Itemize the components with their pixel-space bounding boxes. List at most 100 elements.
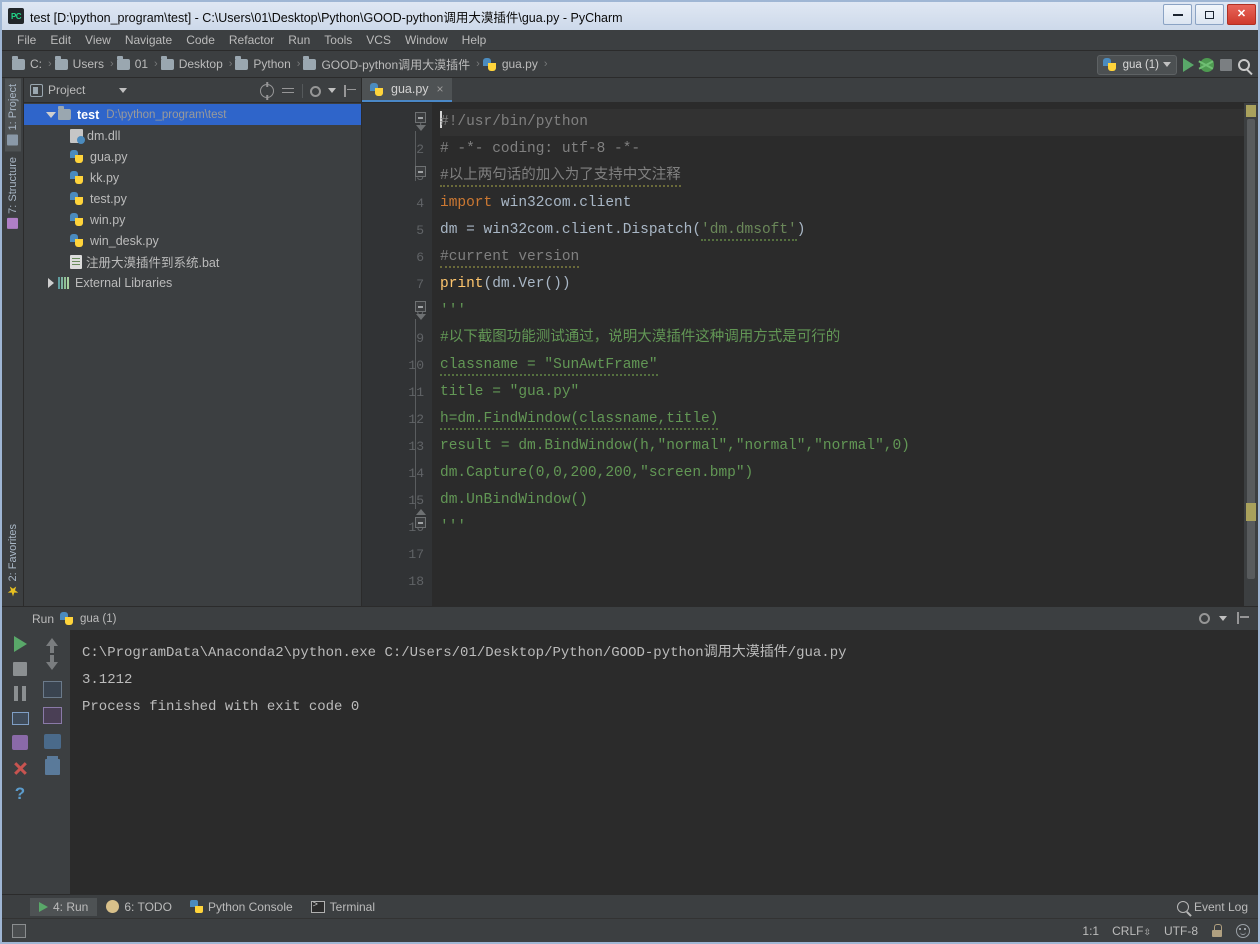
run-icon[interactable] bbox=[1183, 58, 1194, 72]
menu-run[interactable]: Run bbox=[281, 31, 317, 49]
help-icon[interactable]: ? bbox=[15, 785, 25, 802]
tree-item-test-py[interactable]: test.py bbox=[24, 188, 361, 209]
expand-toggle[interactable] bbox=[44, 112, 58, 118]
menu-file[interactable]: File bbox=[10, 31, 43, 49]
maximize-button[interactable] bbox=[1195, 4, 1224, 25]
arrow-down-icon[interactable] bbox=[46, 662, 58, 670]
code-docstring: ''' bbox=[440, 303, 466, 319]
breadcrumb-label: gua.py bbox=[499, 57, 541, 71]
menu-tools[interactable]: Tools bbox=[317, 31, 359, 49]
rerun-icon[interactable] bbox=[14, 636, 27, 652]
tab-todo[interactable]: 6: TODO bbox=[97, 898, 181, 916]
menu-code[interactable]: Code bbox=[179, 31, 222, 49]
tree-item-bat[interactable]: 注册大漠插件到系统.bat bbox=[24, 251, 361, 272]
tab-label: Terminal bbox=[330, 900, 375, 914]
menu-vcs[interactable]: VCS bbox=[359, 31, 398, 49]
error-stripe-warning-bottom[interactable] bbox=[1246, 503, 1256, 521]
scroll-to-end-icon[interactable] bbox=[43, 707, 62, 724]
face-icon[interactable] bbox=[1236, 924, 1250, 938]
chevron-down-icon[interactable] bbox=[119, 88, 127, 93]
breadcrumb-desktop[interactable]: Desktop › bbox=[161, 57, 236, 71]
lock-icon[interactable] bbox=[1211, 924, 1223, 937]
code-content[interactable]: #!/usr/bin/python # -*- coding: utf-8 -*… bbox=[432, 103, 1258, 606]
menu-window[interactable]: Window bbox=[398, 31, 455, 49]
menu-edit[interactable]: Edit bbox=[43, 31, 78, 49]
stop-icon[interactable] bbox=[13, 662, 27, 676]
line-separator[interactable]: CRLF⇳ bbox=[1112, 924, 1151, 938]
menu-refactor[interactable]: Refactor bbox=[222, 31, 281, 49]
collapse-all-icon[interactable] bbox=[281, 84, 295, 98]
tree-item-win-py[interactable]: win.py bbox=[24, 209, 361, 230]
encoding[interactable]: UTF-8 bbox=[1164, 924, 1198, 938]
status-widget-icon[interactable] bbox=[12, 924, 26, 938]
arrow-up-icon[interactable] bbox=[46, 638, 58, 646]
print-icon[interactable] bbox=[44, 734, 61, 749]
tree-item-kk-py[interactable]: kk.py bbox=[24, 167, 361, 188]
fold-marker-line1[interactable] bbox=[415, 112, 426, 123]
breadcrumb-separator: › bbox=[473, 58, 483, 70]
editor-vertical-scrollbar[interactable] bbox=[1244, 103, 1258, 606]
code-docstring: result = dm.BindWindow(h,"normal","norma… bbox=[440, 438, 910, 454]
hide-icon[interactable] bbox=[1236, 611, 1250, 625]
run-window-title: Run bbox=[32, 612, 54, 626]
tree-item-external-libraries[interactable]: External Libraries bbox=[24, 272, 361, 293]
console-icon[interactable] bbox=[12, 712, 29, 725]
expand-toggle[interactable] bbox=[44, 278, 58, 288]
tab-python-console[interactable]: Python Console bbox=[181, 898, 302, 916]
sidebar-item-structure[interactable]: 7: Structure bbox=[5, 151, 21, 235]
line-number: 13 bbox=[362, 433, 432, 460]
tab-terminal[interactable]: Terminal bbox=[302, 898, 384, 916]
pause-icon[interactable] bbox=[13, 686, 27, 701]
breadcrumb-python[interactable]: Python › bbox=[235, 57, 303, 71]
menu-navigate[interactable]: Navigate bbox=[118, 31, 179, 49]
todo-icon bbox=[106, 900, 119, 913]
search-icon[interactable] bbox=[1238, 59, 1250, 71]
minimize-icon bbox=[1173, 14, 1183, 16]
caret-position[interactable]: 1:1 bbox=[1082, 924, 1099, 938]
event-log-button[interactable]: Event Log bbox=[1177, 900, 1248, 914]
menu-view[interactable]: View bbox=[78, 31, 118, 49]
tree-item-gua-py[interactable]: gua.py bbox=[24, 146, 361, 167]
error-stripe-warning-top[interactable] bbox=[1246, 105, 1256, 117]
breadcrumb-users[interactable]: Users › bbox=[55, 57, 117, 71]
stop-icon[interactable] bbox=[1220, 59, 1232, 71]
breadcrumb-c[interactable]: C: › bbox=[12, 57, 55, 71]
breadcrumb-project-folder[interactable]: GOOD-python调用大漠插件 › bbox=[303, 56, 482, 73]
target-icon[interactable] bbox=[260, 84, 274, 98]
tab-label: gua.py bbox=[391, 82, 429, 96]
soft-wrap-icon[interactable] bbox=[43, 681, 62, 698]
debug-icon[interactable] bbox=[1200, 58, 1214, 72]
close-icon[interactable]: × bbox=[437, 82, 444, 96]
code-line-3: #以上两句话的加入为了支持中文注释 bbox=[440, 163, 1258, 190]
fold-marker-line16[interactable] bbox=[415, 517, 426, 528]
fold-marker-line8[interactable] bbox=[415, 301, 426, 312]
clear-all-icon[interactable] bbox=[45, 759, 60, 775]
sidebar-item-project[interactable]: 1: Project bbox=[5, 78, 21, 151]
tree-item-test[interactable]: test D:\python_program\test bbox=[24, 104, 361, 125]
thread-dump-icon[interactable] bbox=[12, 735, 28, 750]
code-line-10: classname = "SunAwtFrame" bbox=[440, 352, 1258, 379]
hide-icon[interactable] bbox=[343, 84, 357, 98]
sidebar-item-label: 2: Favorites bbox=[7, 524, 19, 581]
folder-icon bbox=[161, 59, 174, 70]
minimize-button[interactable] bbox=[1163, 4, 1192, 25]
chevron-down-icon[interactable] bbox=[1219, 616, 1227, 621]
tree-item-dm-dll[interactable]: dm.dll bbox=[24, 125, 361, 146]
sidebar-item-favorites[interactable]: 2: Favorites bbox=[5, 518, 21, 602]
close-icon[interactable] bbox=[12, 760, 28, 776]
run-console-output[interactable]: C:\ProgramData\Anaconda2\python.exe C:/U… bbox=[70, 630, 1258, 894]
chevron-down-icon[interactable] bbox=[328, 88, 336, 93]
close-button[interactable]: ✕ bbox=[1227, 4, 1256, 25]
menu-help[interactable]: Help bbox=[455, 31, 494, 49]
left-stripe-bottom: 2: Favorites bbox=[2, 518, 24, 602]
gear-icon[interactable] bbox=[1199, 613, 1210, 624]
gear-icon[interactable] bbox=[310, 86, 321, 97]
tree-item-win-desk-py[interactable]: win_desk.py bbox=[24, 230, 361, 251]
run-window-tab[interactable]: gua (1) bbox=[60, 612, 116, 625]
breadcrumb-01[interactable]: 01 › bbox=[117, 57, 161, 71]
run-configuration-selector[interactable]: gua (1) bbox=[1097, 55, 1177, 75]
fold-marker-line3[interactable] bbox=[415, 166, 426, 177]
breadcrumb-gua-py[interactable]: gua.py › bbox=[483, 57, 551, 71]
tab-gua-py[interactable]: gua.py × bbox=[362, 78, 452, 102]
tab-run[interactable]: 4: Run bbox=[30, 898, 97, 916]
